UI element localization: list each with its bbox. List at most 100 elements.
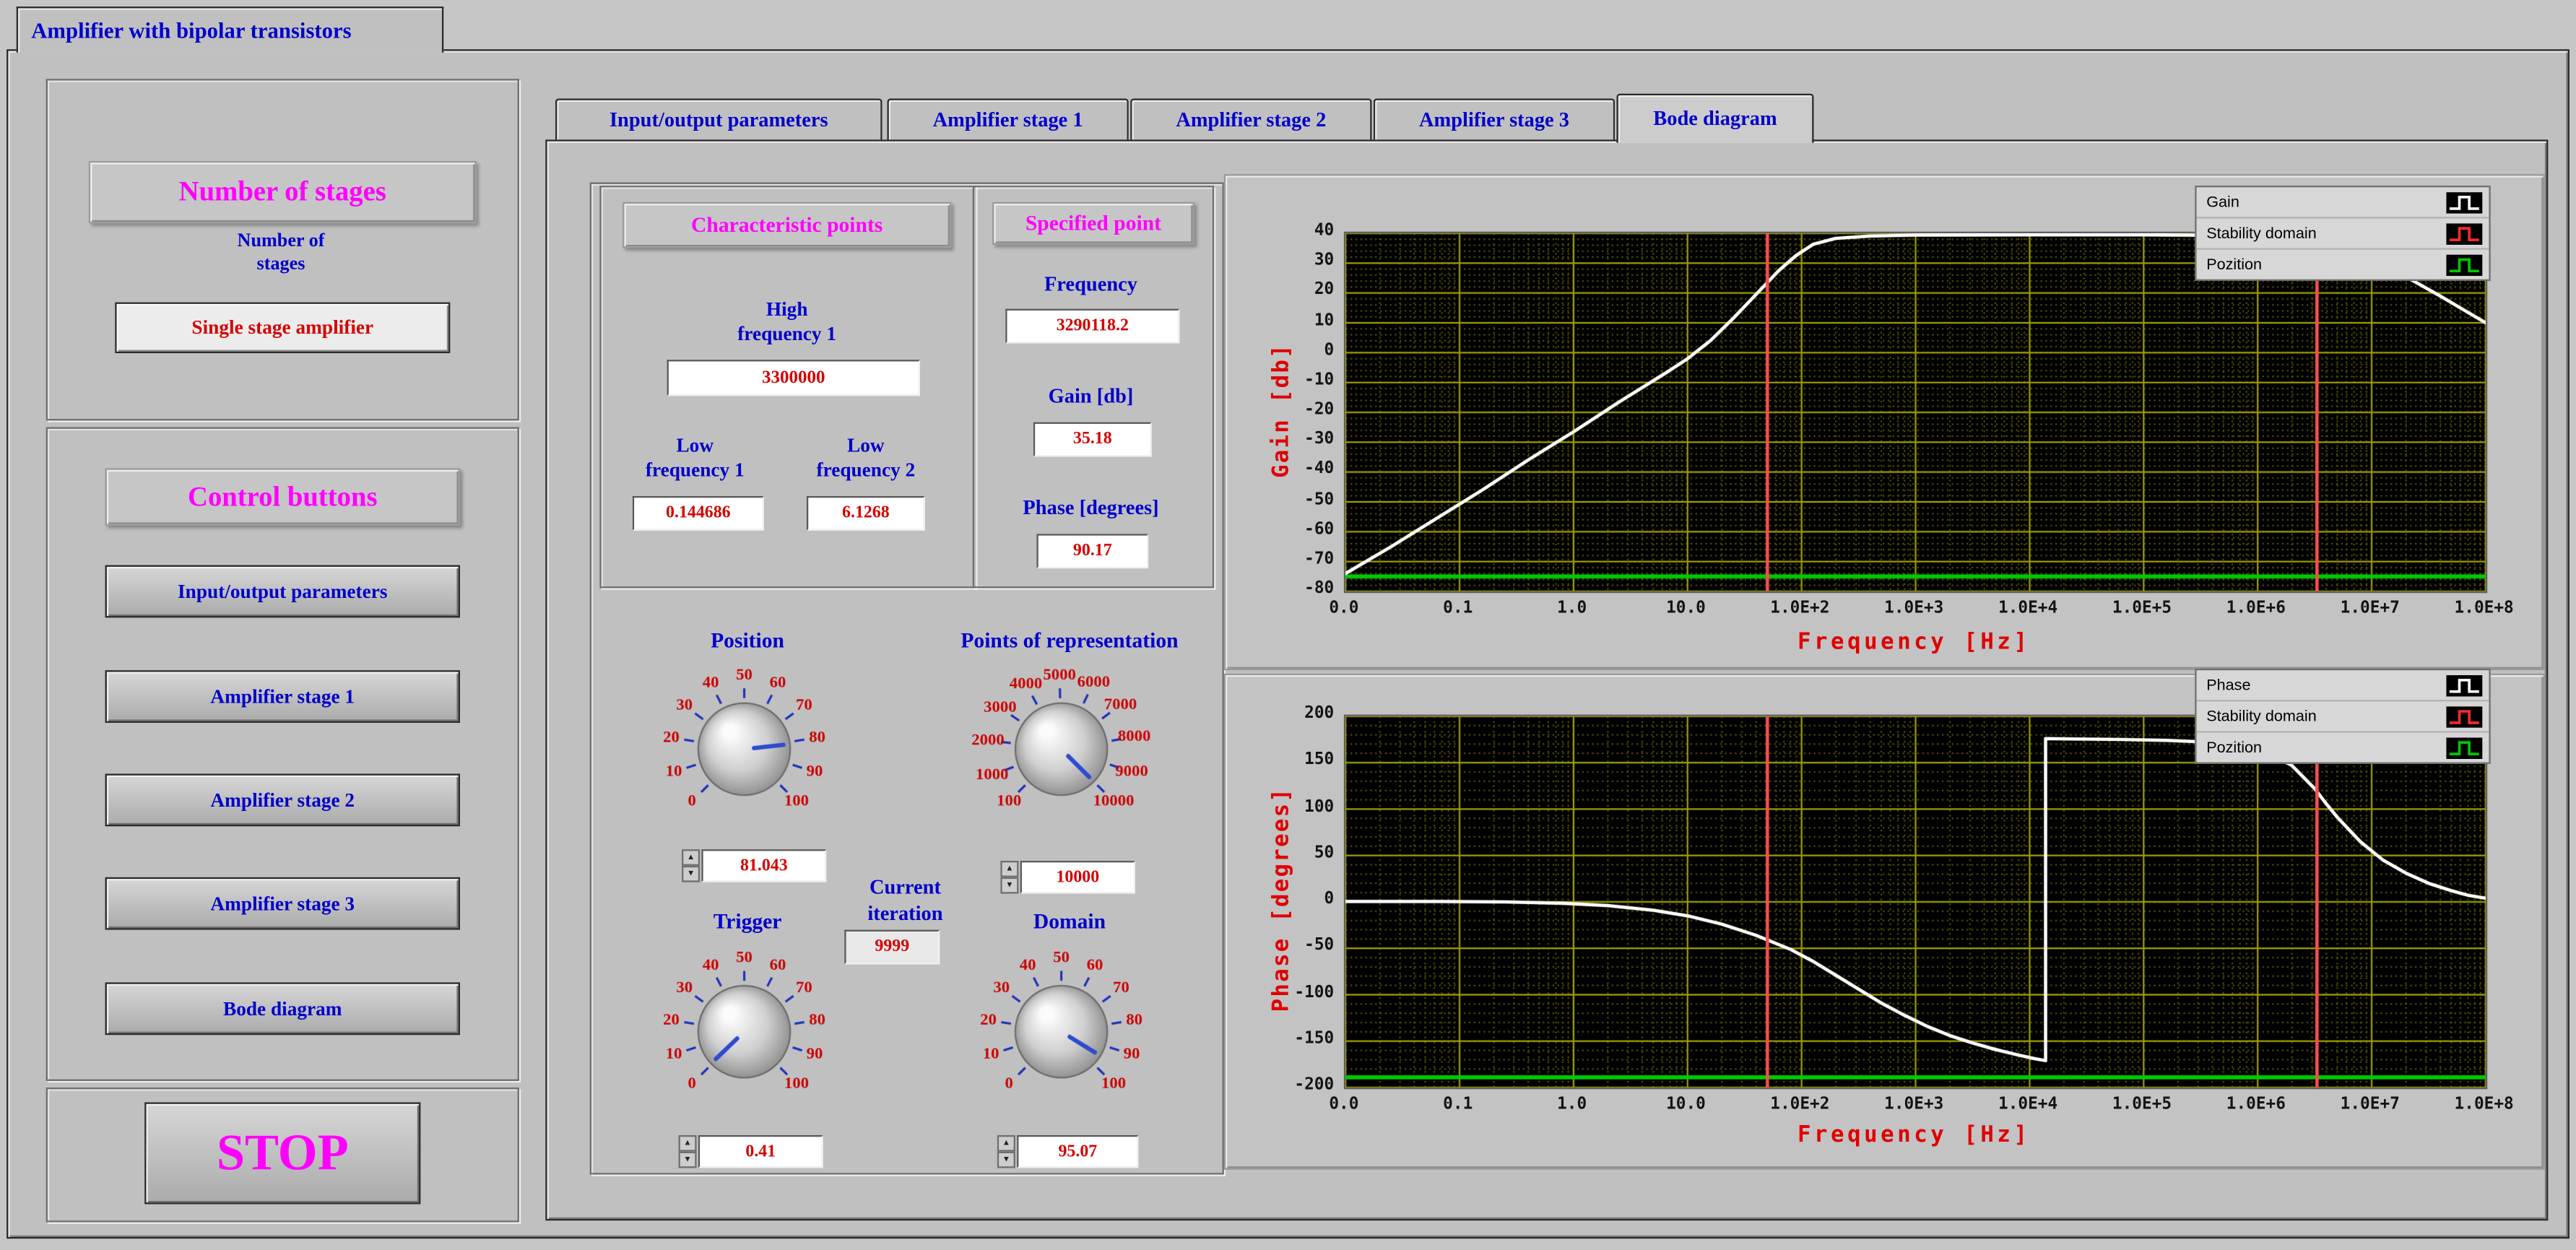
y-tick-label: 40 — [1259, 222, 1335, 240]
spin-up-icon[interactable]: ▲ — [682, 849, 700, 866]
domain-value[interactable]: 95.07 — [1017, 1135, 1138, 1168]
plot-legend: Phase Stability domain Pozition — [2195, 669, 2490, 764]
legend-item[interactable]: Pozition — [2197, 733, 2489, 763]
position-knob[interactable] — [616, 654, 872, 847]
x-tick-label: 1.0E+6 — [2202, 599, 2310, 617]
button-label: Amplifier stage 1 — [210, 684, 355, 708]
points-of-representation-knob[interactable] — [933, 654, 1189, 847]
y-tick-label: 0 — [1259, 890, 1335, 908]
position-value-box: ▲▼ 81.043 — [682, 849, 826, 882]
x-tick-label: 1.0E+3 — [1860, 599, 1968, 617]
trigger-value[interactable]: 0.41 — [698, 1135, 823, 1168]
spin-down-icon[interactable]: ▼ — [679, 1152, 697, 1168]
tab-bode-diagram[interactable]: Bode diagram — [1617, 94, 1814, 143]
button-label: Amplifier stage 2 — [210, 788, 355, 812]
x-tick-label: 1.0E+5 — [2088, 1095, 2196, 1114]
legend-label: Stability domain — [2206, 707, 2317, 725]
points-of-representation-value[interactable]: 10000 — [1020, 861, 1135, 893]
specified-point-title: Specified point — [992, 202, 1194, 245]
frequency-value: 3290118.2 — [1005, 309, 1179, 344]
phase-x-axis-title: Frequency [Hz] — [1344, 1122, 2484, 1148]
legend-item[interactable]: Phase — [2197, 670, 2489, 701]
y-tick-label: 30 — [1259, 251, 1335, 269]
legend-item[interactable]: Stability domain — [2197, 701, 2489, 732]
spin-down-icon[interactable]: ▼ — [1000, 877, 1018, 894]
button-label: Amplifier stage 3 — [210, 891, 355, 916]
tab-input-output-parameters[interactable]: Input/output parameters — [555, 98, 882, 141]
x-tick-label: 10.0 — [1631, 599, 1740, 617]
low-frequency-1-value: 0.144686 — [633, 496, 764, 531]
x-tick-label: 0.0 — [1290, 1095, 1398, 1114]
y-tick-label: -150 — [1259, 1030, 1335, 1048]
y-tick-label: 150 — [1259, 751, 1335, 769]
legend-plot-style-icon — [2446, 674, 2482, 696]
spin-down-icon[interactable]: ▼ — [682, 866, 700, 882]
position-knob-label: Position — [646, 628, 849, 654]
stop-button[interactable]: STOP — [144, 1102, 420, 1204]
y-tick-label: -60 — [1259, 520, 1335, 538]
button-label: Bode diagram — [223, 997, 342, 1021]
domain-knob[interactable] — [933, 937, 1189, 1130]
legend-label: Pozition — [2206, 739, 2262, 757]
tab-amplifier-stage-1[interactable]: Amplifier stage 1 — [887, 98, 1128, 141]
phase-bode-chart: Phase [degrees] Frequency [Hz] 200150100… — [1224, 674, 2545, 1170]
position-spinner[interactable]: ▲▼ — [682, 849, 700, 882]
trigger-value-box: ▲▼ 0.41 — [679, 1135, 823, 1168]
characteristic-points-title: Characteristic points — [623, 202, 951, 248]
legend-label: Stability domain — [2206, 225, 2317, 243]
y-tick-label: 200 — [1259, 705, 1335, 723]
points-of-representation-knob-label: Points of representation — [925, 628, 1214, 654]
y-tick-label: -50 — [1259, 490, 1335, 508]
y-tick-label: 0 — [1259, 341, 1335, 359]
characteristic-points-title-label: Characteristic points — [691, 212, 882, 238]
trigger-spinner[interactable]: ▲▼ — [679, 1135, 697, 1168]
bode-diagram-button[interactable]: Bode diagram — [105, 982, 460, 1035]
spin-up-icon[interactable]: ▲ — [679, 1135, 697, 1152]
application-root: Amplifier with bipolar transistors Numbe… — [0, 0, 2576, 1250]
legend-item[interactable]: Stability domain — [2197, 219, 2489, 250]
x-tick-label: 1.0E+6 — [2202, 1095, 2310, 1114]
button-label: Input/output parameters — [178, 579, 387, 604]
legend-plot-style-icon — [2446, 706, 2482, 727]
x-tick-label: 10.0 — [1631, 1095, 1740, 1114]
phase-degrees-label: Phase [degrees] — [979, 496, 1202, 522]
y-tick-label: -10 — [1259, 371, 1335, 389]
number-of-stages-value[interactable]: Single stage amplifier — [115, 303, 450, 354]
y-tick-label: -40 — [1259, 461, 1335, 479]
tab-amplifier-stage-2[interactable]: Amplifier stage 2 — [1130, 98, 1371, 141]
legend-item[interactable]: Gain — [2197, 187, 2489, 218]
bode-diagram-page: Characteristic points High frequency 1 3… — [545, 139, 2548, 1220]
tab-amplifier-stage-3[interactable]: Amplifier stage 3 — [1374, 98, 1615, 141]
y-tick-label: -100 — [1259, 984, 1335, 1002]
x-tick-label: 1.0E+8 — [2430, 1095, 2538, 1114]
trigger-knob[interactable] — [616, 937, 872, 1130]
tab-label: Amplifier stage 2 — [1176, 108, 1326, 133]
control-buttons-title-label: Control buttons — [188, 480, 378, 513]
x-tick-label: 1.0E+4 — [1974, 1095, 2082, 1114]
y-tick-label: -70 — [1259, 550, 1335, 568]
position-value[interactable]: 81.043 — [701, 849, 826, 882]
legend-item[interactable]: Pozition — [2197, 250, 2489, 279]
amplifier-stage-3-button[interactable]: Amplifier stage 3 — [105, 877, 460, 930]
frequency-label: Frequency — [992, 273, 1189, 299]
amplifier-stage-2-button[interactable]: Amplifier stage 2 — [105, 773, 460, 826]
high-frequency-1-value: 3300000 — [667, 360, 920, 396]
legend-label: Phase — [2206, 676, 2250, 694]
points-spinner[interactable]: ▲▼ — [1000, 861, 1018, 893]
input-output-parameters-button[interactable]: Input/output parameters — [105, 565, 460, 618]
x-tick-label: 0.1 — [1404, 1095, 1512, 1114]
y-tick-label: -80 — [1259, 580, 1335, 598]
window-tab-label: Amplifier with bipolar transistors — [31, 17, 351, 43]
spin-down-icon[interactable]: ▼ — [997, 1152, 1015, 1168]
spin-up-icon[interactable]: ▲ — [1000, 861, 1018, 877]
spin-up-icon[interactable]: ▲ — [997, 1135, 1015, 1152]
y-tick-label: -30 — [1259, 430, 1335, 448]
window-tab[interactable]: Amplifier with bipolar transistors — [17, 6, 443, 53]
domain-spinner[interactable]: ▲▼ — [997, 1135, 1015, 1168]
x-tick-label: 1.0E+3 — [1860, 1095, 1968, 1114]
stop-button-label: STOP — [217, 1124, 349, 1183]
amplifier-stage-1-button[interactable]: Amplifier stage 1 — [105, 670, 460, 723]
x-tick-label: 1.0E+7 — [2316, 1095, 2424, 1114]
legend-plot-style-icon — [2446, 191, 2482, 213]
tab-label: Amplifier stage 1 — [933, 108, 1083, 133]
